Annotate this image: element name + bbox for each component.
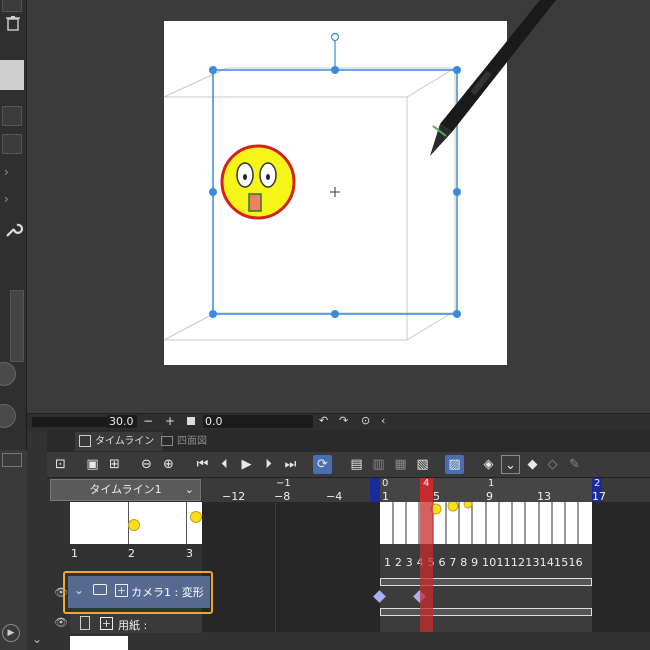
thumb-number: 2 (128, 547, 135, 560)
transform-handle[interactable] (453, 66, 461, 74)
camera-track-bar[interactable] (380, 578, 592, 586)
zoom-out-timeline-icon[interactable]: ⊖ (137, 455, 156, 474)
loop-icon[interactable]: ⟳ (313, 455, 332, 474)
delete-cel-icon[interactable]: ▦ (391, 455, 410, 474)
rotate-left-icon[interactable]: ↶ (319, 414, 328, 427)
ruler-top-label: 0 (382, 478, 389, 489)
timeline-toolbar: ⊡ ▣ ⊞ ⊖ ⊕ ⏮ ⏴ ▶ ⏵ ⏭ ⟳ ▤ ▥ ▦ ▧ ▨ ◈ ⌄ ◆ ◇ … (47, 452, 650, 478)
frame-numbers: 1 2 3 4 5 6 7 8 9 10111213141516 (384, 556, 583, 569)
last-frame-icon[interactable]: ⏭ (281, 455, 300, 474)
transform-handle[interactable] (209, 188, 217, 196)
rotate-handle[interactable] (330, 32, 340, 42)
first-frame-icon[interactable]: ⏮ (193, 455, 212, 474)
transform-handle[interactable] (209, 66, 217, 74)
stop-icon[interactable] (187, 417, 195, 425)
transform-handle[interactable] (331, 66, 339, 74)
paper-track-bar[interactable] (380, 608, 592, 616)
expand-toggle[interactable]: + (100, 617, 113, 630)
timeline-settings-icon[interactable]: ⊞ (105, 455, 124, 474)
rotate-right-icon[interactable]: ↷ (339, 414, 348, 427)
graph-icon[interactable]: ⊡ (51, 455, 70, 474)
frame-area-after[interactable] (592, 502, 650, 632)
tab-four-view[interactable]: 四面図 (157, 432, 225, 451)
assign-cel-icon[interactable]: ▥ (369, 455, 388, 474)
play-circle-icon[interactable]: ▶ (2, 624, 20, 642)
range-start-marker[interactable] (370, 478, 380, 502)
zoom-in-button[interactable]: + (165, 414, 175, 428)
transform-handle[interactable] (331, 310, 339, 318)
playhead-line (420, 502, 433, 632)
canvas-control-bar: 30.0 − + 0.0 ↶ ↷ ⊙ ‹ (27, 413, 650, 431)
next-frame-icon[interactable]: ⏵ (259, 455, 278, 474)
palette-tab-bar: タイムライン 四面図 (47, 430, 650, 453)
zoom-out-button[interactable]: − (143, 414, 153, 428)
layer-paper[interactable]: + 用紙 : (70, 614, 202, 633)
zoom-value[interactable]: 30.0 (107, 415, 137, 428)
onion-skin-icon[interactable]: ▨ (445, 455, 464, 474)
cel-thumbnails[interactable] (70, 502, 202, 544)
eye-icon[interactable]: 👁 (54, 616, 68, 629)
thumb-face (190, 511, 202, 523)
reset-rotation-icon[interactable]: ⊙ (361, 414, 370, 427)
keyframe-add-icon[interactable]: ◆ (523, 455, 542, 474)
transform-handle[interactable] (209, 310, 217, 318)
ruler-top-label: 2 (594, 478, 601, 489)
new-cel-icon[interactable]: ▤ (347, 455, 366, 474)
face-illustration (220, 144, 296, 220)
chevron-left-icon[interactable]: ‹ (381, 414, 385, 427)
paper-layer-label: 用紙 : (118, 619, 148, 632)
play-icon[interactable]: ▶ (237, 455, 256, 474)
transform-handle[interactable] (453, 188, 461, 196)
playhead-frame-label: 4 (423, 478, 430, 489)
timeline-tab-icon (79, 435, 91, 447)
grid-line (275, 502, 276, 632)
pen-edit-icon[interactable]: ✎ (565, 455, 584, 474)
thumb-separator (186, 502, 187, 544)
thumb-face (128, 519, 140, 531)
ruler-top-label: −1 (276, 478, 291, 489)
camera-layer-highlight (63, 571, 213, 614)
prev-frame-icon[interactable]: ⏴ (215, 455, 234, 474)
chevron-down-icon[interactable]: ⌄ (32, 632, 42, 646)
chevron-down-icon[interactable]: ⌄ (501, 455, 520, 474)
new-timeline-icon[interactable]: ▣ (83, 455, 102, 474)
paper-icon (80, 616, 90, 630)
3d-box-guide (163, 67, 457, 341)
cel-spec-icon[interactable]: ▧ (413, 455, 432, 474)
camera-tab-icon (161, 436, 173, 446)
side-button[interactable] (2, 453, 22, 467)
keyframe-clear-icon[interactable]: ◇ (543, 455, 562, 474)
transform-handle[interactable] (453, 310, 461, 318)
cel-track[interactable] (380, 502, 592, 544)
chevron-down-icon: ⌄ (184, 483, 194, 496)
keyframe-toggle-icon[interactable]: ◈ (479, 455, 498, 474)
stylus-pen-icon (430, 0, 556, 156)
ruler-top-label: 1 (488, 478, 495, 489)
zoom-in-timeline-icon[interactable]: ⊕ (159, 455, 178, 474)
frame-area-before[interactable] (202, 502, 380, 632)
tab-timeline[interactable]: タイムライン (75, 432, 163, 451)
timeline-select[interactable]: タイムライン1 ⌄ (50, 479, 201, 501)
rotation-value[interactable]: 0.0 (203, 415, 313, 428)
thumb-number: 3 (186, 547, 193, 560)
paper-thumb (70, 636, 128, 650)
canvas-overlay[interactable] (0, 0, 650, 413)
thumb-number: 1 (71, 547, 78, 560)
